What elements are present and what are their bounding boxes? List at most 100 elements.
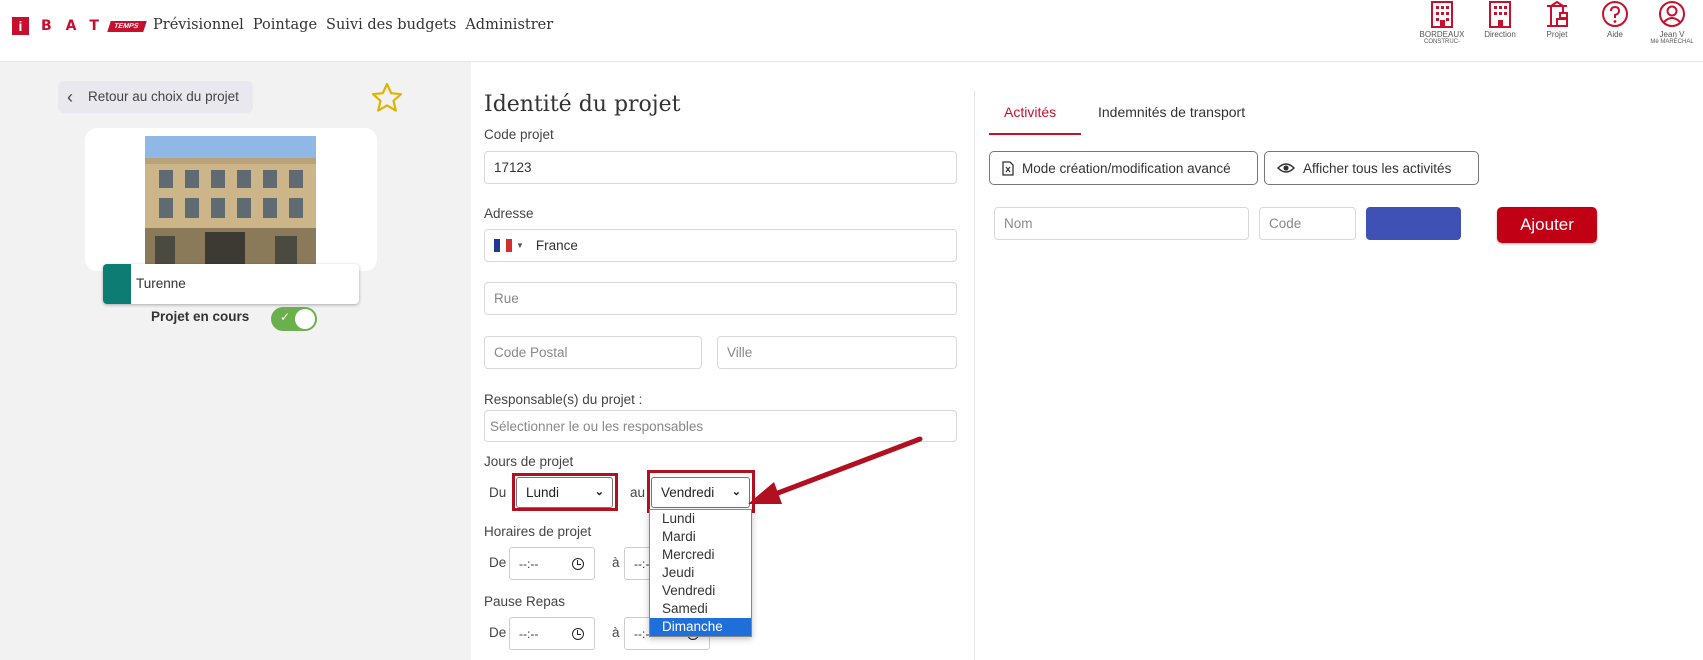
chevron-down-icon: ⌄ <box>594 486 604 498</box>
project-side-panel: ‹ Retour au choix du projet Turenne Proj… <box>0 62 471 660</box>
horaires-label: Horaires de projet <box>484 524 592 539</box>
pause-a-label: à <box>612 625 620 640</box>
code-projet-label: Code projet <box>484 127 554 142</box>
company-menu[interactable]: BORDEAUX CONSTRUC- <box>1414 0 1470 46</box>
company-label2: CONSTRUC- <box>1424 39 1460 45</box>
advanced-mode-button[interactable]: Mode création/modification avancé <box>989 151 1258 185</box>
nav-pointage[interactable]: Pointage <box>253 17 317 33</box>
tab-indemnites-transport[interactable]: Indemnités de transport <box>1098 104 1245 120</box>
top-bar: i BAT TEMPS Prévisionnel Pointage Suivi … <box>0 0 1703 62</box>
jours-label: Jours de projet <box>484 454 574 469</box>
activity-color-picker[interactable] <box>1366 207 1461 240</box>
day-to-value: Vendredi <box>661 485 715 500</box>
toggle-knob <box>295 309 315 329</box>
building-icon <box>1431 1 1453 28</box>
logo-i: i <box>12 17 29 35</box>
direction-menu[interactable]: Direction <box>1472 0 1528 39</box>
chevron-left-icon: ‹ <box>67 87 73 107</box>
horaires-de-label: De <box>489 555 507 570</box>
dropdown-option-highlighted[interactable]: Dimanche <box>650 618 751 636</box>
nav-administrer[interactable]: Administrer <box>465 17 553 33</box>
city-placeholder: Ville <box>727 345 753 360</box>
add-activity-button[interactable]: Ajouter <box>1497 207 1597 243</box>
postal-code-input[interactable]: Code Postal <box>484 336 702 369</box>
postal-code-placeholder: Code Postal <box>494 345 568 360</box>
country-value: France <box>535 238 578 253</box>
activity-name-placeholder: Nom <box>1004 216 1033 231</box>
day-to-select[interactable]: Vendredi ⌄ <box>651 477 750 508</box>
adresse-label: Adresse <box>484 206 534 221</box>
help-icon <box>1602 1 1628 27</box>
active-tab-indicator <box>989 133 1081 135</box>
excel-file-icon <box>1002 160 1014 176</box>
page-title: Identité du projet <box>484 92 681 117</box>
advanced-mode-label: Mode création/modification avancé <box>1022 160 1231 176</box>
france-flag-icon <box>494 239 512 252</box>
nav-suivi-budgets[interactable]: Suivi des budgets <box>326 17 456 33</box>
caret-down-icon: ▼ <box>516 241 524 250</box>
annotation-arrow <box>748 436 923 504</box>
logo-temps: TEMPS <box>107 20 147 32</box>
horaires-start-input[interactable]: --:-- <box>509 547 595 580</box>
dropdown-option[interactable]: Jeudi <box>650 564 751 582</box>
au-label: au <box>630 485 646 500</box>
activity-code-input[interactable]: Code <box>1259 207 1356 240</box>
back-to-projects-button[interactable]: ‹ Retour au choix du projet <box>58 81 253 113</box>
main-nav: Prévisionnel Pointage Suivi des budgets … <box>153 17 553 33</box>
activity-name-input[interactable]: Nom <box>994 207 1249 240</box>
help-label: Aide <box>1606 30 1623 39</box>
show-all-activities-button[interactable]: Afficher tous les activités <box>1264 151 1479 185</box>
clock-icon <box>572 558 584 570</box>
dropdown-option[interactable]: Mardi <box>650 528 751 546</box>
pause-start-input[interactable]: --:-- <box>509 617 595 650</box>
company-label: BORDEAUX <box>1419 30 1465 39</box>
direction-label: Direction <box>1484 30 1516 39</box>
responsables-placeholder: Sélectionner le ou les responsables <box>490 418 704 434</box>
building-photo <box>145 136 316 266</box>
show-all-activities-label: Afficher tous les activités <box>1303 160 1452 176</box>
clock-icon <box>572 628 584 640</box>
dropdown-option[interactable]: Vendredi <box>650 582 751 600</box>
responsables-label: Responsable(s) du projet : <box>484 392 643 407</box>
building-icon <box>1489 1 1511 28</box>
day-from-select[interactable]: Lundi ⌄ <box>516 477 613 508</box>
project-photo[interactable] <box>145 136 316 266</box>
panel-divider <box>974 90 975 660</box>
street-input[interactable]: Rue <box>484 282 957 315</box>
dropdown-option[interactable]: Mercredi <box>650 546 751 564</box>
dropdown-option[interactable]: Lundi <box>650 510 751 528</box>
projet-menu[interactable]: Projet <box>1529 0 1585 39</box>
nav-previsionnel[interactable]: Prévisionnel <box>153 17 244 33</box>
app-logo[interactable]: i BAT TEMPS <box>12 17 147 35</box>
project-color-swatch <box>103 264 131 304</box>
check-icon: ✓ <box>280 310 291 324</box>
street-placeholder: Rue <box>494 291 519 306</box>
tab-activites[interactable]: Activités <box>1004 104 1056 120</box>
day-from-value: Lundi <box>526 485 560 500</box>
project-status-toggle[interactable]: ✓ <box>271 307 317 331</box>
pause-de-label: De <box>489 625 507 640</box>
country-select[interactable]: ▼ France <box>484 229 957 262</box>
project-name-card[interactable]: Turenne <box>103 264 359 304</box>
crane-icon <box>1547 0 1568 27</box>
logo-bat: BAT <box>41 18 113 34</box>
eye-icon <box>1277 163 1295 173</box>
horaires-a-label: à <box>612 555 620 570</box>
user-company: Mé MARÉCHAL <box>1650 39 1694 45</box>
user-name: Jean V <box>1659 30 1685 39</box>
du-label: Du <box>489 485 507 500</box>
projet-label: Projet <box>1546 30 1568 39</box>
dropdown-option[interactable]: Samedi <box>650 600 751 618</box>
activity-code-placeholder: Code <box>1269 216 1302 231</box>
city-input[interactable]: Ville <box>717 336 957 369</box>
help-menu[interactable]: Aide <box>1587 0 1643 39</box>
favorite-star-icon[interactable] <box>370 82 404 114</box>
pause-label: Pause Repas <box>484 594 566 609</box>
user-icon <box>1659 1 1685 27</box>
project-status-label: Projet en cours <box>151 309 250 324</box>
pause-start-placeholder: --:-- <box>519 626 539 641</box>
code-projet-input[interactable]: 17123 <box>484 151 957 184</box>
code-projet-value: 17123 <box>494 160 532 175</box>
horaires-start-placeholder: --:-- <box>519 556 539 571</box>
user-menu[interactable]: Jean V Mé MARÉCHAL <box>1644 0 1700 46</box>
